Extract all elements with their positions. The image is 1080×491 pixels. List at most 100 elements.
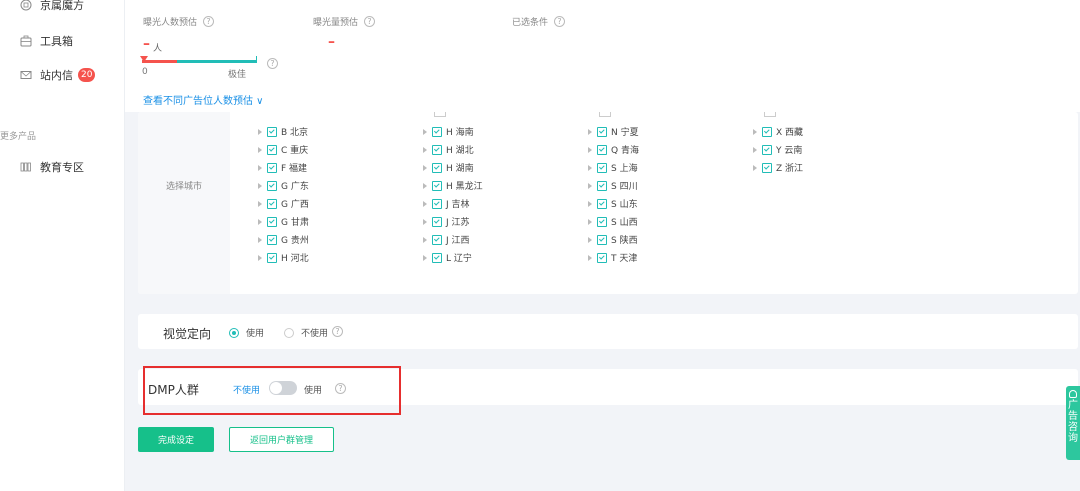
expand-arrow-icon[interactable] xyxy=(753,146,757,153)
checkbox-checked-icon[interactable] xyxy=(432,234,442,245)
expand-arrow-icon[interactable] xyxy=(753,164,757,171)
consult-char: 告 xyxy=(1068,411,1078,422)
checkbox-checked-icon[interactable] xyxy=(762,126,772,137)
checkbox-checked-icon[interactable] xyxy=(597,252,607,263)
checkbox-checked-icon[interactable] xyxy=(597,126,607,137)
city-checkbox-item[interactable]: Z 浙江 xyxy=(753,161,803,174)
city-checkbox-item[interactable]: S 山西 xyxy=(588,215,638,228)
city-checkbox-item[interactable]: L 辽宁 xyxy=(423,251,472,264)
checkbox-checked-icon[interactable] xyxy=(597,162,607,173)
city-checkbox-item[interactable]: G 甘肃 xyxy=(258,215,309,228)
checkbox-checked-icon[interactable] xyxy=(267,216,277,227)
city-checkbox-item[interactable]: H 河北 xyxy=(258,251,309,264)
expand-arrow-icon[interactable] xyxy=(423,200,427,207)
expand-arrow-icon[interactable] xyxy=(588,236,592,243)
expand-arrow-icon[interactable] xyxy=(258,146,262,153)
checkbox-checked-icon[interactable] xyxy=(762,162,772,173)
vision-use-radio[interactable]: 使用 xyxy=(229,326,264,339)
expand-arrow-icon[interactable] xyxy=(588,182,592,189)
expand-arrow-icon[interactable] xyxy=(588,200,592,207)
city-checkbox-item[interactable]: F 福建 xyxy=(258,161,307,174)
checkbox-checked-icon[interactable] xyxy=(267,198,277,209)
expand-arrow-icon[interactable] xyxy=(588,146,592,153)
expand-arrow-icon[interactable] xyxy=(423,146,427,153)
city-checkbox-item[interactable]: G 广西 xyxy=(258,197,309,210)
city-checkbox-item[interactable]: C 重庆 xyxy=(258,143,308,156)
sidebar-item-cube[interactable]: 京属魔方 xyxy=(20,0,84,13)
expand-arrow-icon[interactable] xyxy=(588,254,592,261)
city-checkbox-item[interactable]: S 四川 xyxy=(588,179,638,192)
city-checkbox-item[interactable]: Y 云南 xyxy=(753,143,802,156)
expand-arrow-icon[interactable] xyxy=(423,254,427,261)
help-icon[interactable]: ? xyxy=(267,58,278,69)
checkbox-checked-icon[interactable] xyxy=(267,180,277,191)
checkbox-checked-icon[interactable] xyxy=(267,234,277,245)
help-icon[interactable]: ? xyxy=(554,16,566,27)
city-checkbox-item[interactable]: T 天津 xyxy=(588,251,637,264)
checkbox-checked-icon[interactable] xyxy=(597,144,607,155)
city-label-column: 选择城市 xyxy=(138,112,230,294)
expand-arrow-icon[interactable] xyxy=(423,128,427,135)
checkbox-checked-icon[interactable] xyxy=(597,234,607,245)
city-checkbox-item[interactable]: S 陕西 xyxy=(588,233,638,246)
city-checkbox-item[interactable]: J 吉林 xyxy=(423,197,470,210)
help-icon[interactable]: ? xyxy=(364,16,376,27)
checkbox-checked-icon[interactable] xyxy=(432,126,442,137)
quality-bar-max: 极佳 xyxy=(228,70,247,80)
finish-setting-button[interactable]: 完成设定 xyxy=(138,427,214,452)
city-checkbox-item[interactable]: H 湖南 xyxy=(423,161,474,174)
expand-arrow-icon[interactable] xyxy=(258,200,262,207)
checkbox-checked-icon[interactable] xyxy=(597,216,607,227)
checkbox-checked-icon[interactable] xyxy=(432,162,442,173)
expand-arrow-icon[interactable] xyxy=(423,218,427,225)
city-checkbox-item[interactable]: J 江苏 xyxy=(423,215,470,228)
city-checkbox-item[interactable]: N 宁夏 xyxy=(588,125,639,138)
city-checkbox-item[interactable]: H 海南 xyxy=(423,125,474,138)
expand-arrow-icon[interactable] xyxy=(423,236,427,243)
checkbox-checked-icon[interactable] xyxy=(267,162,277,173)
city-checkbox-item[interactable]: G 贵州 xyxy=(258,233,309,246)
expand-arrow-icon[interactable] xyxy=(258,254,262,261)
expand-arrow-icon[interactable] xyxy=(753,128,757,135)
expand-arrow-icon[interactable] xyxy=(258,236,262,243)
checkbox-checked-icon[interactable] xyxy=(432,180,442,191)
sidebar-item-education[interactable]: 教育专区 xyxy=(20,159,84,175)
checkbox-checked-icon[interactable] xyxy=(432,252,442,263)
city-checkbox-item[interactable]: S 上海 xyxy=(588,161,638,174)
expand-arrow-icon[interactable] xyxy=(588,218,592,225)
expand-arrow-icon[interactable] xyxy=(258,164,262,171)
city-checkbox-item[interactable]: S 山东 xyxy=(588,197,638,210)
expand-arrow-icon[interactable] xyxy=(258,218,262,225)
city-name: S 山东 xyxy=(611,200,638,210)
checkbox-checked-icon[interactable] xyxy=(432,198,442,209)
city-checkbox-item[interactable]: G 广东 xyxy=(258,179,309,192)
city-checkbox-item[interactable]: H 湖北 xyxy=(423,143,474,156)
expand-arrow-icon[interactable] xyxy=(588,128,592,135)
expand-arrow-icon[interactable] xyxy=(258,128,262,135)
city-checkbox-item[interactable]: H 黑龙江 xyxy=(423,179,483,192)
checkbox-checked-icon[interactable] xyxy=(432,216,442,227)
checkbox-checked-icon[interactable] xyxy=(432,144,442,155)
city-checkbox-item[interactable]: Q 青海 xyxy=(588,143,639,156)
checkbox-checked-icon[interactable] xyxy=(267,252,277,263)
expand-arrow-icon[interactable] xyxy=(423,182,427,189)
sidebar-item-mail[interactable]: 站内信 20 xyxy=(20,67,96,83)
checkbox-checked-icon[interactable] xyxy=(597,180,607,191)
sidebar-item-toolbox[interactable]: 工具箱 xyxy=(20,33,73,49)
expand-arrow-icon[interactable] xyxy=(258,182,262,189)
checkbox-checked-icon[interactable] xyxy=(597,198,607,209)
city-checkbox-item[interactable]: X 西藏 xyxy=(753,125,803,138)
checkbox-checked-icon[interactable] xyxy=(762,144,772,155)
vision-not-use-radio[interactable]: 不使用 xyxy=(284,326,328,339)
ad-consult-float-button[interactable]: 广 告 咨 询 xyxy=(1066,386,1080,460)
expand-arrow-icon[interactable] xyxy=(588,164,592,171)
checkbox-checked-icon[interactable] xyxy=(267,126,277,137)
help-icon[interactable]: ? xyxy=(332,326,343,337)
expand-arrow-icon[interactable] xyxy=(423,164,427,171)
checkbox-checked-icon[interactable] xyxy=(267,144,277,155)
back-to-audience-management-button[interactable]: 返回用户群管理 xyxy=(229,427,334,452)
city-checkbox-item[interactable]: B 北京 xyxy=(258,125,308,138)
city-checkbox-item[interactable]: J 江西 xyxy=(423,233,470,246)
help-icon[interactable]: ? xyxy=(203,16,215,27)
view-placement-estimate-link[interactable]: 查看不同广告位人数预估 ∨ xyxy=(143,92,264,107)
